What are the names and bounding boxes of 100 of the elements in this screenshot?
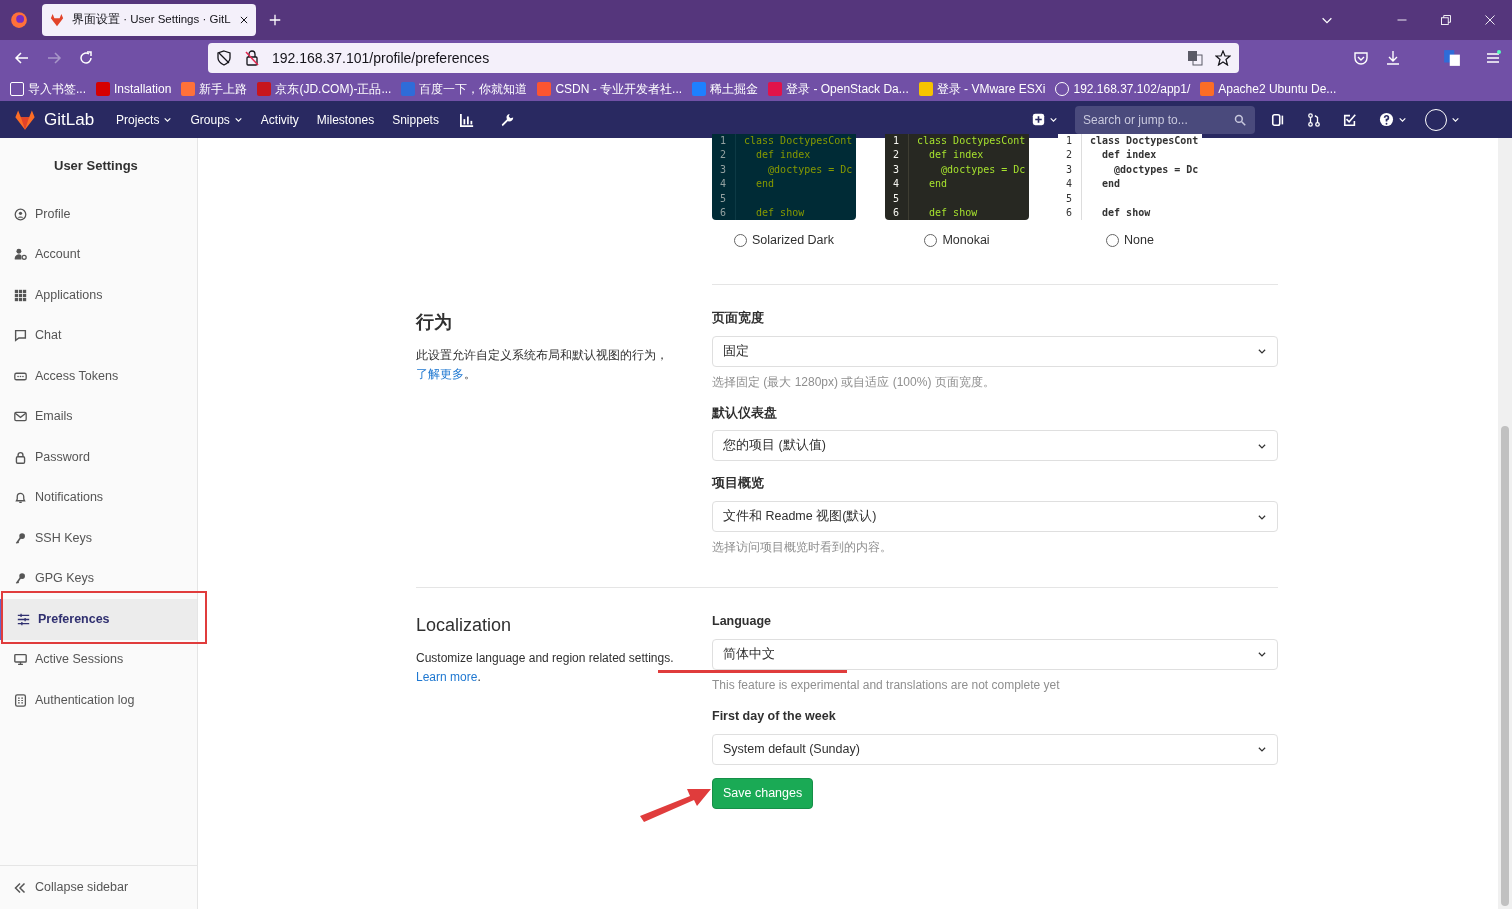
issues-icon[interactable] [1271,112,1285,127]
merge-request-icon[interactable] [1307,112,1321,127]
code-line: def index [1101,148,1158,163]
bookmark-link[interactable]: CSDN - 专业开发者社... [537,79,683,98]
address-bar[interactable]: 192.168.37.101/profile/preferences [208,43,1239,73]
select-field[interactable]: System default (Sunday) [712,733,1278,765]
sidebar-item[interactable]: Active Sessions [0,639,197,680]
radio-option[interactable]: None [1106,231,1154,250]
code-line: def index [755,148,812,163]
line-number: 3 [720,162,728,177]
search-icon [1234,113,1246,126]
line-number: 6 [1066,206,1074,220]
sidebar-item[interactable]: Applications [0,275,197,316]
select-field[interactable]: 您的项目 (默认值) [712,430,1278,462]
sidebar-item[interactable]: Preferences [0,599,197,640]
nav-link[interactable]: Activity [251,110,308,129]
sidebar-item[interactable]: Profile [0,194,197,235]
browser-logo-icon[interactable] [10,11,28,29]
browser-tab[interactable]: 界面设置 · User Settings · GitL [42,4,256,36]
nav-link[interactable]: Snippets [383,110,448,129]
bookmark-link[interactable]: Installation [96,79,172,98]
star-icon[interactable] [1215,50,1231,66]
scrollbar-thumb[interactable] [1501,426,1509,906]
sidebar-item[interactable]: Access Tokens [0,356,197,397]
line-number: 3 [893,162,901,177]
sidebar-item[interactable]: Chat [0,315,197,356]
caret-icon [233,115,243,124]
section-description: 此设置允许自定义系统布局和默认视图的行为， 了解更多。 [416,346,669,383]
field-label: First day of the week [712,707,837,725]
code-line: class DoctypesCont [917,134,1027,148]
bookmark-link[interactable]: 192.168.37.102/app1/ [1055,79,1191,98]
reload-icon[interactable] [78,50,94,66]
select-field[interactable]: 简体中文 [712,638,1278,670]
download-icon[interactable] [1385,50,1401,66]
bookmark-link[interactable]: 新手上路 [181,79,248,98]
line-number: 1 [720,134,728,148]
restore-icon[interactable] [1440,14,1452,26]
wrench-icon[interactable] [499,112,514,127]
sidebar-item[interactable]: SSH Keys [0,518,197,559]
section-title: Localization [416,614,513,637]
bookmark-link[interactable]: 登录 - VMware ESXi [918,79,1046,98]
nav-link[interactable]: Groups [181,110,252,129]
nav-link[interactable]: Projects [107,110,182,129]
caret-icon [1398,115,1407,124]
chevron-down-icon [1257,346,1267,356]
line-number: 4 [893,177,901,192]
menu-icon[interactable] [1485,50,1501,66]
bookmark-link[interactable]: 京东(JD.COM)-正品... [257,79,392,98]
sidebar-item[interactable]: Notifications [0,477,197,518]
learn-more-link[interactable]: 了解更多 [416,366,464,381]
translate-icon[interactable] [1443,49,1461,67]
select-field[interactable]: 文件和 Readme 视图(默认) [712,501,1278,532]
line-number: 5 [720,191,728,206]
line-number: 3 [1066,162,1074,177]
chart-icon[interactable] [459,112,474,127]
fox-logo-icon[interactable] [13,108,37,131]
sidebar-item[interactable]: Password [0,437,197,478]
help-text: This feature is experimental and translations are not complete yet [712,676,1061,694]
brand-name[interactable]: GitLab [44,106,95,133]
mail-icon [14,410,27,424]
grid-icon [14,288,27,302]
section-title: 行为 [416,310,453,334]
monitor-icon [14,653,27,667]
translate-icon[interactable] [1187,50,1203,66]
help-menu-button[interactable] [1379,112,1407,127]
bookmark-link[interactable]: 登录 - OpenStack Da... [768,79,909,98]
url-text: 192.168.37.101/profile/preferences [272,48,491,68]
chat-icon [14,329,27,343]
plus-icon[interactable] [268,13,282,27]
collapse-sidebar-button[interactable]: Collapse sidebar [0,865,197,909]
radio-option[interactable]: Solarized Dark [734,231,834,250]
sidebar-item[interactable]: Authentication log [0,680,197,721]
help-icon [1379,112,1394,127]
code-line: def index [928,148,985,163]
bookmark-link[interactable]: 稀土掘金 [692,79,759,98]
pocket-icon[interactable] [1353,50,1369,66]
help-text: 选择固定 (最大 1280px) 或自适应 (100%) 页面宽度。 [712,373,996,391]
code-line: def show [755,205,806,220]
nav-link[interactable]: Milestones [307,110,384,129]
forward-icon [46,50,62,66]
back-icon[interactable] [14,50,30,66]
search-field[interactable]: Search or jump to... [1075,105,1255,134]
sidebar-item[interactable]: Account [0,234,197,275]
sidebar-item[interactable]: GPG Keys [0,558,197,599]
bookmark-link[interactable]: 百度一下，你就知道 [401,79,528,98]
field-label: 页面宽度 [712,309,765,327]
todo-icon[interactable] [1343,112,1357,127]
caret-icon [163,115,173,124]
line-number: 1 [1066,134,1074,148]
close-icon[interactable] [238,15,249,25]
bookmark-link[interactable]: Apache2 Ubuntu De... [1200,79,1337,98]
radio-option[interactable]: Monokai [924,231,990,250]
chevron-down-icon [1257,744,1267,754]
code-line: class DoctypesCont [1090,134,1200,148]
select-field[interactable]: 固定 [712,335,1278,367]
caret-icon [1451,115,1460,124]
sidebar-item[interactable]: Emails [0,396,197,437]
lock-icon [244,50,260,66]
bookmark-link[interactable]: 导入书签... [10,79,86,98]
new-menu-button[interactable] [1032,113,1058,126]
